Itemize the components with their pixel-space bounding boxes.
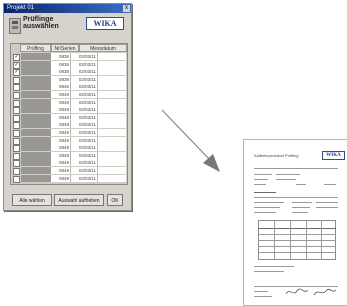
report-text-line <box>254 266 294 267</box>
report-text-line <box>292 202 312 203</box>
report-text-line <box>276 174 300 175</box>
table-col-divider <box>306 220 307 260</box>
signature-mark <box>285 288 337 296</box>
table-row-divider <box>258 252 336 253</box>
table-row-divider <box>258 228 336 229</box>
report-text-line <box>254 271 284 272</box>
report-title: Kalibrierprotokoll Prüfling <box>254 153 299 158</box>
report-text-line <box>276 179 296 180</box>
report-text-line <box>292 207 310 208</box>
report-text-line <box>254 207 280 208</box>
report-text-line <box>254 296 272 297</box>
table-col-divider <box>290 220 291 260</box>
report-text-line <box>254 174 272 175</box>
arrow-shaft <box>161 109 213 163</box>
report-text-line <box>316 207 338 208</box>
table-row-divider <box>258 246 336 247</box>
report-text-line <box>254 179 268 180</box>
report-text-line <box>324 184 336 185</box>
table-col-divider <box>321 220 322 260</box>
report-text-line <box>292 212 308 213</box>
table-row-divider <box>258 234 336 235</box>
report-text-line <box>254 291 268 292</box>
arrow-head <box>203 154 220 172</box>
report-wika-logo: WIKA <box>322 151 345 160</box>
report-rule <box>254 168 338 169</box>
report-text-line <box>316 202 338 203</box>
report-rule <box>254 197 338 198</box>
report-text-line <box>254 212 276 213</box>
table-row-divider <box>258 240 336 241</box>
report-text-line <box>254 202 284 203</box>
report-section-heading <box>254 192 276 193</box>
report-text-line <box>254 184 266 185</box>
report-text-line <box>296 184 306 185</box>
table-col-divider <box>274 220 275 260</box>
report-document: Kalibrierprotokoll Prüfling WIKA <box>243 139 347 306</box>
